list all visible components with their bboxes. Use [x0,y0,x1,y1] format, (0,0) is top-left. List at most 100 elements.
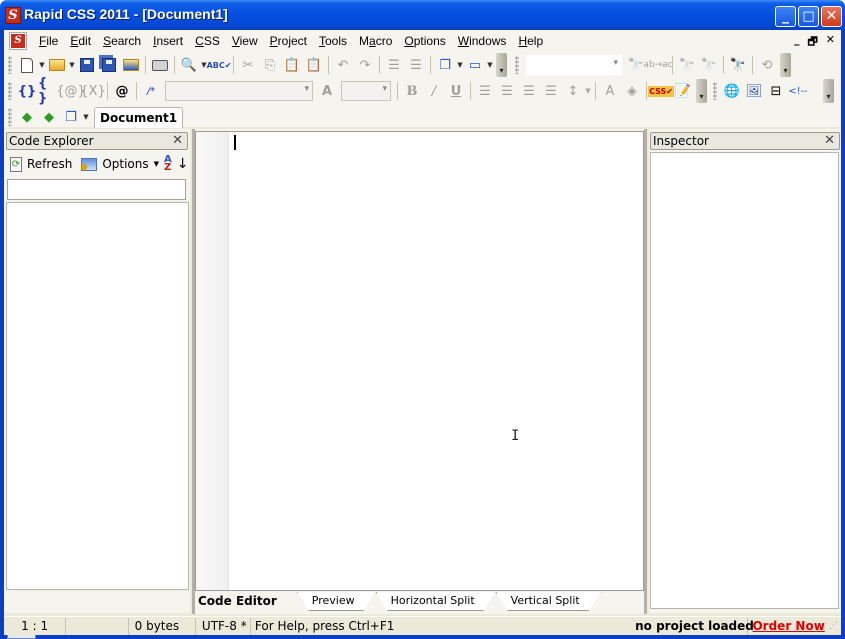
windows-button[interactable]: ❐ [434,54,456,76]
forward-button[interactable]: ◆ [38,106,60,128]
code-editor[interactable]: I [195,131,644,591]
document-tab[interactable]: Document1 [94,106,184,128]
menu-insert[interactable]: Insert [147,34,189,48]
menu-search[interactable]: Search [97,34,147,48]
document-list-button[interactable]: ❐ [60,106,82,128]
sort-az-icon[interactable]: AZ [164,155,172,173]
validate-button[interactable]: 📝 [672,80,694,102]
menu-view[interactable]: View [226,34,264,48]
indent-button[interactable]: ☰ [383,54,405,76]
align-center-button[interactable]: ☰ [496,80,518,102]
order-now-link[interactable]: Order Now [748,618,829,635]
menu-edit[interactable]: Edit [64,34,97,48]
toolbar-overflow-chevron[interactable]: ▾ [496,53,507,77]
css-validate-button[interactable]: CSS✔ [648,80,674,102]
tab-vertical-split[interactable]: Vertical Split [496,592,601,611]
text-color-button[interactable]: A [599,80,621,102]
layout-dropdown[interactable]: ▼ [486,61,494,69]
find-in-files-button[interactable]: 🔭 [727,54,749,76]
cut-button[interactable]: ✂ [237,54,259,76]
undo-button[interactable]: ↶ [332,54,354,76]
menu-windows[interactable]: Windows [452,34,513,48]
menu-options[interactable]: Options [398,34,451,48]
code-explorer-tree[interactable] [6,202,189,590]
align-right-button[interactable]: ☰ [518,80,540,102]
close-panel-icon[interactable]: ✕ [172,133,183,149]
toolbar-grip[interactable] [8,82,12,100]
toolbar-grip[interactable] [8,108,12,126]
menu-file[interactable]: File [33,34,64,48]
align-left-button[interactable]: ☰ [474,80,496,102]
inspector-body[interactable] [650,152,839,609]
font-size-combo[interactable] [341,81,391,101]
find-previous-button[interactable]: 🔭 [676,54,698,76]
find-next-button[interactable]: 🔭 [698,54,720,76]
close-button[interactable]: ✕ [821,6,842,27]
refresh-icon[interactable]: ⟳ [10,156,22,172]
maximize-button[interactable]: □ [798,6,819,27]
tab-horizontal-split[interactable]: Horizontal Split [376,592,496,611]
toolbar-overflow-chevron[interactable]: ▾ [780,53,791,77]
toolbar-grip[interactable] [8,56,12,74]
underline-button[interactable]: U [445,80,467,102]
open-button[interactable] [46,54,68,76]
insert-image-button[interactable]: 🖼 [743,80,765,102]
font-family-combo[interactable] [165,81,313,101]
justify-button[interactable]: ☰ [540,80,562,102]
options-icon[interactable] [79,157,98,174]
options-dropdown-icon[interactable]: ▼ [154,160,159,168]
new-rule-button[interactable]: {} [16,80,38,102]
status-encoding[interactable]: UTF-8 * [196,617,251,635]
back-button[interactable]: ◆ [16,106,38,128]
save-all-button[interactable] [98,54,120,76]
insert-link-button[interactable]: 🌐 [721,80,743,102]
print-button[interactable] [149,54,171,76]
menu-help[interactable]: Help [512,34,549,48]
save-button[interactable] [76,54,98,76]
document-list-dropdown[interactable]: ▼ [82,113,90,121]
preview-button[interactable]: 🔍 [178,54,200,76]
minimize-button[interactable]: _ [775,6,796,27]
at-rule-button[interactable]: @ [111,80,133,102]
search-combo[interactable] [526,55,622,75]
font-color-button[interactable]: A [316,80,338,102]
mdi-restore-button[interactable]: 🗗 [807,33,817,52]
toolbar-grip[interactable] [713,82,717,100]
document-system-menu-icon[interactable]: S [10,33,26,49]
collapse-rule-button[interactable]: {@} [56,80,86,102]
goto-button[interactable]: ⟲ [756,54,778,76]
mdi-close-button[interactable]: ✕ [826,33,835,52]
insert-comment-button[interactable]: <!-- [787,80,809,102]
mdi-minimize-button[interactable]: _ [794,33,800,52]
toolbar-overflow-chevron[interactable]: ▾ [696,79,707,103]
insert-hr-button[interactable]: ⊟ [765,80,787,102]
close-panel-icon[interactable]: ✕ [824,133,835,149]
line-height-dropdown[interactable]: ▼ [584,87,592,95]
menu-tools[interactable]: Tools [313,34,353,48]
layout-button[interactable]: ▭ [464,54,486,76]
spell-check-button[interactable]: ABC✔ [207,54,232,76]
tab-code-editor[interactable]: Code Editor [195,592,297,611]
menu-project[interactable]: Project [264,34,313,48]
paste-special-button[interactable]: 📋 [303,54,325,76]
refresh-button[interactable]: Refresh [27,157,72,171]
title-bar[interactable]: S Rapid CSS 2011 - [Document1] _ □ ✕ [0,0,845,30]
new-file-dropdown[interactable]: ▼ [38,61,46,69]
open-dropdown[interactable]: ▼ [68,61,76,69]
replace-button[interactable]: ab→ac [643,54,672,76]
new-file-button[interactable] [16,54,38,76]
line-height-button[interactable]: ↕ [562,80,584,102]
tab-preview[interactable]: Preview [297,592,376,611]
italic-button[interactable]: / [423,80,445,102]
outdent-button[interactable]: ☰ [405,54,427,76]
resize-grip-icon[interactable]: ⋰ [829,621,841,631]
redo-button[interactable]: ↷ [354,54,376,76]
menu-macro[interactable]: Macro [353,34,398,48]
options-button[interactable]: Options [102,157,148,171]
bold-button[interactable]: B [401,80,423,102]
menu-css[interactable]: CSS [189,34,226,48]
toolbar-grip[interactable] [515,56,519,74]
comment-button[interactable]: /* [140,80,162,102]
delete-rule-button[interactable]: {X} [80,80,105,102]
code-explorer-filter-input[interactable] [7,179,186,200]
